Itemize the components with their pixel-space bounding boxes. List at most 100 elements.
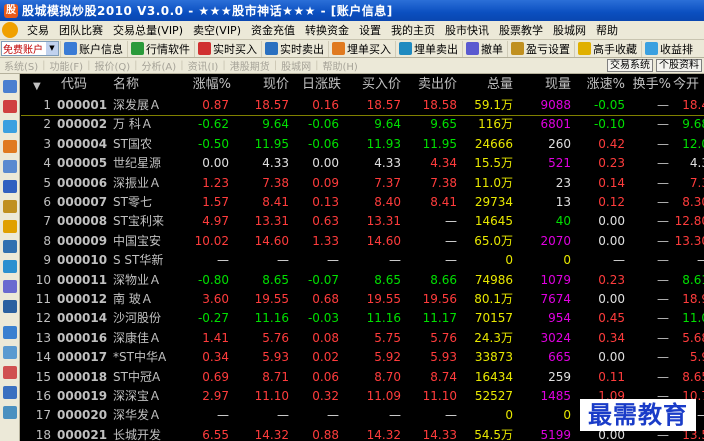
header-day-change[interactable]: 日涨跌 xyxy=(291,76,341,94)
bid-price: 14.32 xyxy=(366,427,401,441)
rank-icon[interactable] xyxy=(3,100,17,113)
sub-website[interactable]: 股城网 xyxy=(277,58,315,73)
sub-system[interactable]: 系统(S) xyxy=(0,58,42,73)
header-name[interactable]: 名称 xyxy=(113,76,139,94)
day-change: 0.13 xyxy=(312,195,339,209)
current-volume: 5199 xyxy=(540,427,571,441)
realtime-buy-button[interactable]: 实时买入 xyxy=(194,40,260,57)
sub-quote[interactable]: 报价(Q) xyxy=(90,58,134,73)
header-open[interactable]: 今开 xyxy=(673,76,704,94)
chevron-down-icon[interactable]: ▼ xyxy=(46,42,58,55)
stock-name: 深振业Ａ xyxy=(113,175,162,190)
quote-software-button[interactable]: 行情软件 xyxy=(127,40,193,57)
realtime-sell-button[interactable]: 实时卖出 xyxy=(261,40,327,57)
stock-code: 000009 xyxy=(57,233,108,248)
stock-profile-button[interactable]: 个股资料 xyxy=(656,59,702,72)
table-row[interactable]: 15 000018 ST中冠A 0.69 8.71 0.06 8.70 8.74 16434 25… xyxy=(21,368,704,387)
menu-transfer[interactable]: 转换资金 xyxy=(300,22,354,38)
detail-icon[interactable] xyxy=(3,160,17,173)
report-icon[interactable] xyxy=(3,180,17,193)
header-code[interactable]: 代码 xyxy=(61,76,87,94)
menu-homepage[interactable]: 我的主页 xyxy=(386,22,440,38)
menu-teaching[interactable]: 股票教学 xyxy=(494,22,548,38)
trend-chart-icon[interactable] xyxy=(3,120,17,133)
trade-system-button[interactable]: 交易系统 xyxy=(607,59,653,72)
etf-icon[interactable] xyxy=(3,300,17,313)
header-speed[interactable]: 涨速% xyxy=(571,76,625,94)
fund-icon[interactable] xyxy=(3,280,17,293)
open-price: — xyxy=(669,251,704,269)
change-pct: 10.02 xyxy=(194,233,229,248)
menu-website[interactable]: 股城网 xyxy=(548,22,591,38)
sort-indicator[interactable]: ▼ xyxy=(33,78,41,96)
export-icon[interactable] xyxy=(3,406,17,419)
menu-trade[interactable]: 交易 xyxy=(22,22,54,38)
account-info-button[interactable]: 账户信息 xyxy=(60,40,126,57)
stock-code: 000012 xyxy=(57,292,108,306)
header-turnover[interactable]: 换手% xyxy=(625,76,671,94)
table-row[interactable]: 3 000004 ST国农 -0.50 11.95 -0.06 11.93 11.95 2466… xyxy=(21,135,704,154)
menu-trade-total[interactable]: 交易总量(VIP) xyxy=(108,22,188,38)
menu-settings[interactable]: 设置 xyxy=(354,22,386,38)
turnover-pct: — xyxy=(657,311,669,326)
sector-icon[interactable] xyxy=(3,200,17,213)
order-sell-button[interactable]: 埋单卖出 xyxy=(395,40,461,57)
sub-analysis[interactable]: 分析(A) xyxy=(138,58,181,73)
table-row[interactable]: 10 000011 深物业Ａ -0.80 8.65 -0.07 8.65 8.66 74986 1… xyxy=(21,271,704,290)
day-change: 1.33 xyxy=(312,233,339,248)
hk-stock-icon[interactable] xyxy=(3,260,17,273)
menu-help[interactable]: 帮助 xyxy=(591,22,623,38)
table-row[interactable]: 11 000012 南 玻Ａ 3.60 19.55 0.68 19.55 19.56 80.1万… xyxy=(21,290,704,309)
sub-function[interactable]: 功能(F) xyxy=(46,58,88,73)
table-row[interactable]: 8 000009 中国宝安 10.02 14.60 1.33 14.60 — 65.0万 2070… xyxy=(21,232,704,251)
alert-icon[interactable] xyxy=(3,366,17,379)
table-row[interactable]: 12 000014 沙河股份 -0.27 11.16 -0.03 11.16 11.17 701… xyxy=(21,309,704,328)
header-bid[interactable]: 买入价 xyxy=(347,76,401,94)
window-icon[interactable] xyxy=(3,386,17,399)
header-change-pct[interactable]: 涨幅% xyxy=(187,76,231,94)
menu-recharge[interactable]: 资金充值 xyxy=(246,22,300,38)
stats-icon[interactable] xyxy=(3,346,17,359)
menu-short-sell[interactable]: 卖空(VIP) xyxy=(188,22,246,38)
change-pct: -0.27 xyxy=(197,311,229,326)
order-buy-button[interactable]: 埋单买入 xyxy=(328,40,394,57)
menu-news[interactable]: 股市快讯 xyxy=(440,22,494,38)
menu-team-match[interactable]: 团队比赛 xyxy=(54,22,108,38)
table-row[interactable]: 7 000008 ST宝利来 4.97 13.31 0.63 13.31 — 14645 40 0.… xyxy=(21,212,704,231)
table-row[interactable]: 4 000005 世纪星源 0.00 4.33 0.00 4.33 4.34 15.5万 521 0… xyxy=(21,154,704,173)
expert-favorites-button[interactable]: 高手收藏 xyxy=(574,40,640,57)
message-icon[interactable] xyxy=(3,220,17,233)
header-ask[interactable]: 卖出价 xyxy=(401,76,457,94)
table-row[interactable]: 14 000017 *ST中华A 0.34 5.93 0.02 5.92 5.93 33873 6… xyxy=(21,348,704,367)
header-volume[interactable]: 总量 xyxy=(463,76,513,94)
folder-icon[interactable] xyxy=(3,326,17,339)
bond-icon[interactable] xyxy=(3,240,17,253)
bid-price: 9.64 xyxy=(374,117,401,132)
table-row[interactable]: 6 000007 ST零七 1.57 8.41 0.13 8.40 8.41 29734 13 0.… xyxy=(21,193,704,212)
cancel-order-icon xyxy=(466,42,479,55)
header-price[interactable]: 现价 xyxy=(239,76,289,94)
ask-price: 11.95 xyxy=(422,136,457,151)
toolbar: 免费账户 ▼ 账户信息 行情软件 实时买入 实时卖出 埋单买入 埋单卖出 撤单 … xyxy=(0,40,704,58)
kline-icon[interactable] xyxy=(3,140,17,153)
header-current-vol[interactable]: 现量 xyxy=(519,76,571,94)
profit-settings-button[interactable]: 盈亏设置 xyxy=(507,40,573,57)
quote-grid: ▼ 代码 名称 涨幅% 现价 日涨跌 买入价 卖出价 总量 现量 涨速% 换手%… xyxy=(21,74,704,441)
sub-hk-futures[interactable]: 港股期货 xyxy=(226,58,274,73)
account-select[interactable]: 免费账户 ▼ xyxy=(1,41,59,56)
table-row[interactable]: 13 000016 深康佳Ａ 1.41 5.76 0.08 5.75 5.76 24.3万 302… xyxy=(21,329,704,348)
sub-help[interactable]: 帮助(H) xyxy=(318,58,361,73)
row-index: 18 xyxy=(35,427,51,441)
speed-pct: 0.14 xyxy=(598,175,625,190)
sub-info[interactable]: 资讯(I) xyxy=(184,58,223,73)
cancel-order-button[interactable]: 撤单 xyxy=(462,40,506,57)
table-row[interactable]: 9000010S ST华新—————00——— xyxy=(21,251,704,270)
quote-list-icon[interactable] xyxy=(3,80,17,93)
table-row[interactable]: 5 000006 深振业Ａ 1.23 7.38 0.09 7.37 7.38 11.0万 23 0.… xyxy=(21,174,704,193)
total-volume: 29734 xyxy=(474,195,513,209)
earnings-rank-button[interactable]: 收益排 xyxy=(641,40,696,57)
bid-price: 8.40 xyxy=(374,195,401,209)
turnover-pct: — xyxy=(657,175,669,190)
table-row[interactable]: 1 000001 深发展Ａ 0.87 18.57 0.16 18.57 18.58 59.1万 9… xyxy=(21,96,704,115)
table-row[interactable]: 2 000002 万 科Ａ -0.62 9.64 -0.06 9.64 9.65 116万 680… xyxy=(21,115,704,134)
